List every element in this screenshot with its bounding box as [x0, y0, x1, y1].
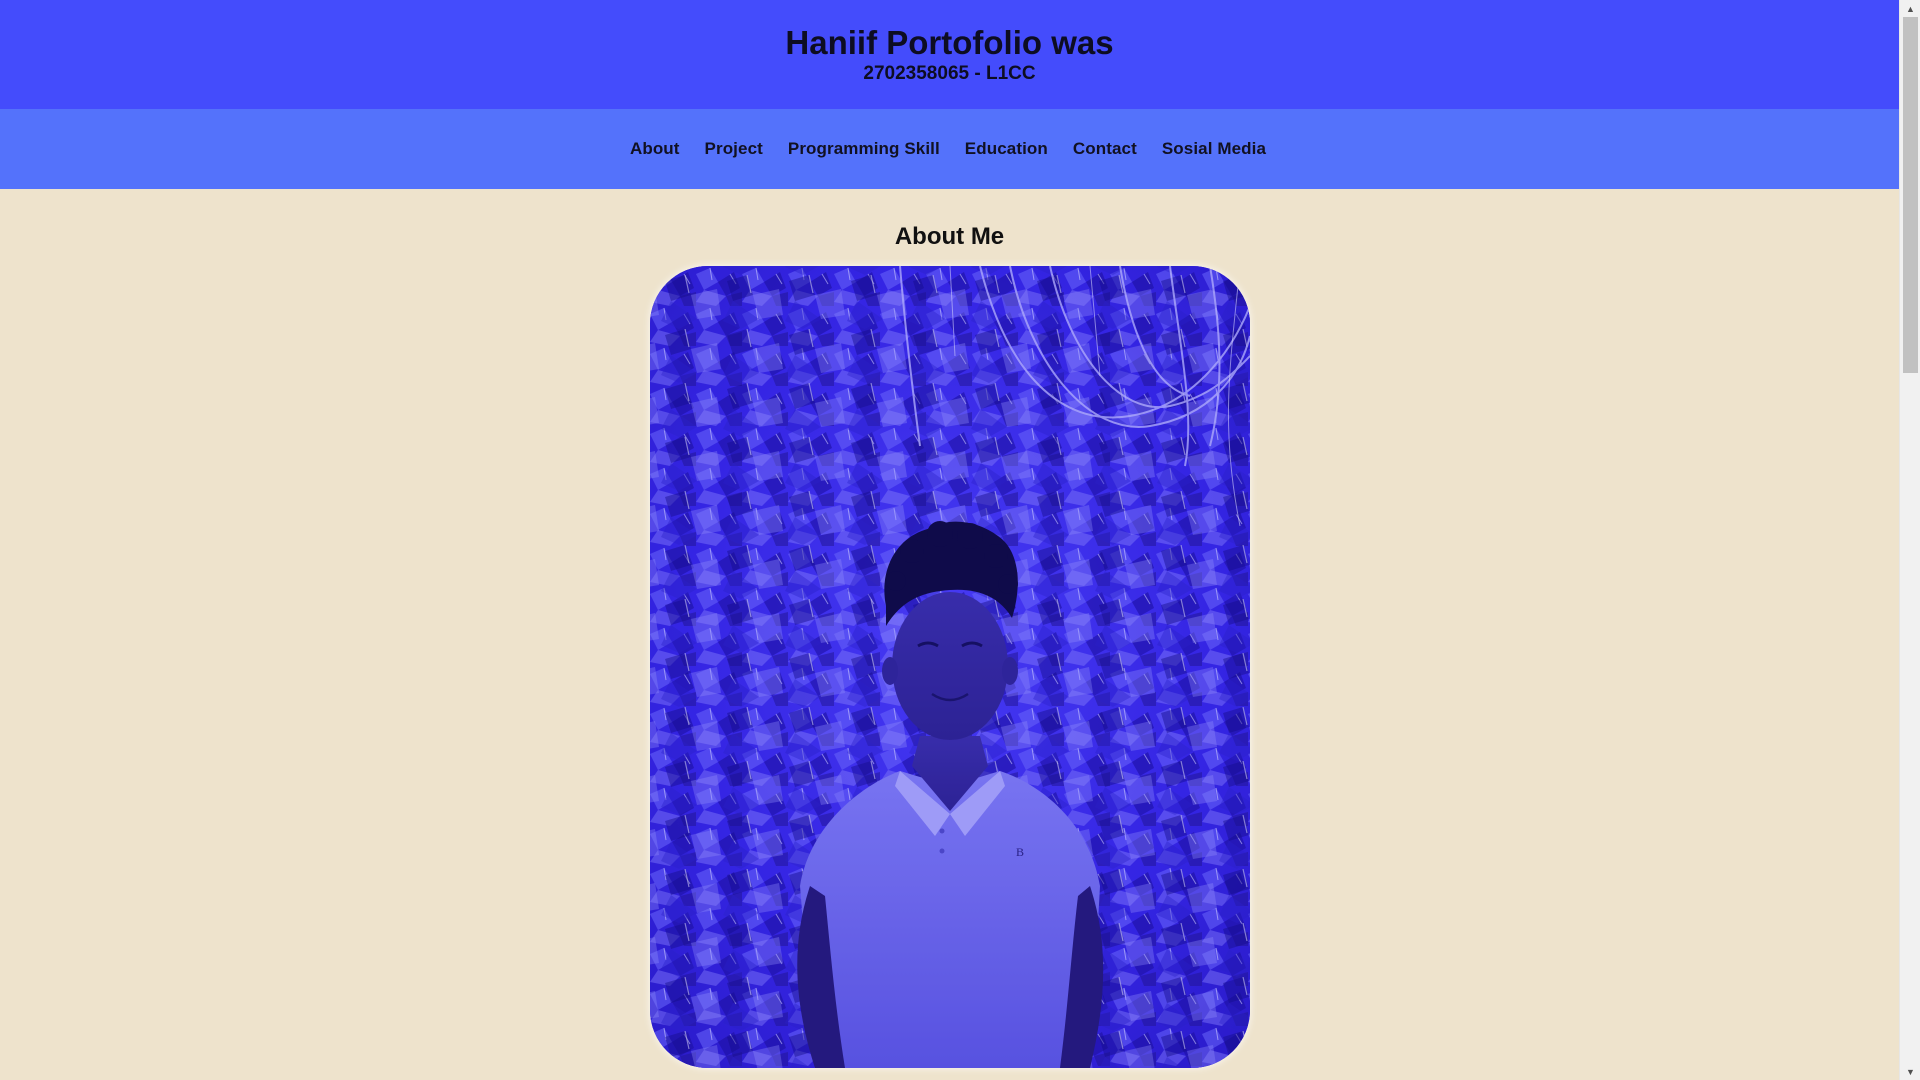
nav-link-education[interactable]: Education [965, 139, 1048, 159]
about-heading: About Me [894, 223, 1005, 250]
nav-link-programming-skill[interactable]: Programming Skill [788, 139, 940, 159]
vertical-scrollbar[interactable]: ▲ ▼ [1899, 0, 1920, 1080]
scroll-up-icon[interactable]: ▲ [1900, 0, 1920, 17]
nav-link-social-media[interactable]: Sosial Media [1162, 139, 1266, 159]
scroll-thumb[interactable] [1903, 17, 1918, 373]
nav-link-contact[interactable]: Contact [1073, 139, 1137, 159]
scroll-down-icon[interactable]: ▼ [1900, 1063, 1920, 1080]
site-header: Haniif Portofolio was 2702358065 - L1CC [0, 0, 1899, 109]
page: Haniif Portofolio was 2702358065 - L1CC … [0, 0, 1920, 1080]
about-section: About Me B [0, 189, 1899, 1068]
main-nav: About Project Programming Skill Educatio… [0, 109, 1899, 189]
profile-photo-image: B [649, 266, 1250, 1068]
site-subtitle: 2702358065 - L1CC [863, 63, 1036, 84]
nav-link-about[interactable]: About [630, 139, 680, 159]
viewport: Haniif Portofolio was 2702358065 - L1CC … [0, 0, 1899, 1080]
site-title: Haniif Portofolio was [785, 24, 1114, 61]
nav-link-project[interactable]: Project [705, 139, 763, 159]
profile-photo: B [649, 266, 1250, 1068]
